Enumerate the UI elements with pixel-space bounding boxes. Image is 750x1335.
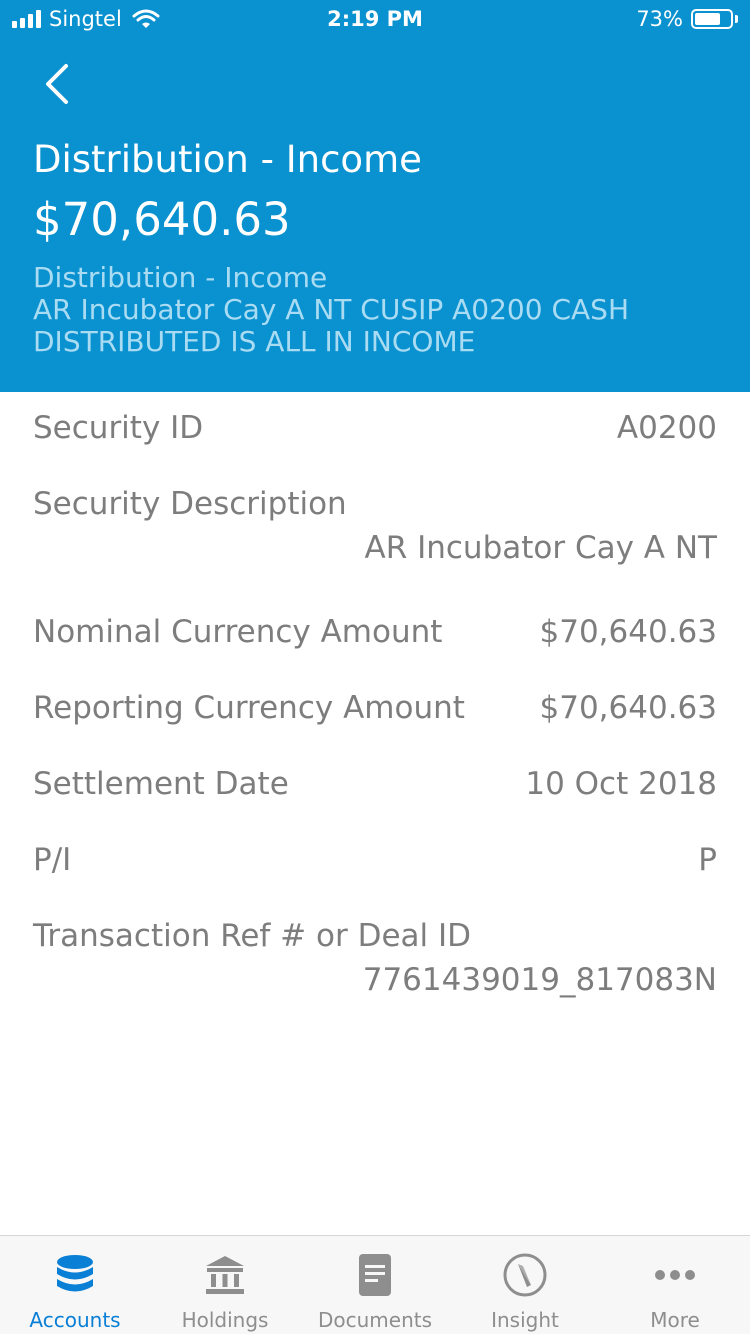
bank-icon xyxy=(206,1256,244,1294)
detail-value: AR Incubator Cay A NT xyxy=(364,530,717,566)
tab-bar: Accounts Holdings Documents Insight More xyxy=(0,1235,750,1334)
description-line: AR Incubator Cay A NT CUSIP A0200 CASH xyxy=(33,293,629,326)
battery-icon xyxy=(691,9,733,29)
detail-value: A0200 xyxy=(616,410,717,446)
detail-label: Nominal Currency Amount xyxy=(33,614,443,650)
tab-more[interactable]: More xyxy=(600,1236,750,1335)
detail-label: Security ID xyxy=(33,410,204,446)
database-icon xyxy=(57,1255,93,1292)
compass-icon xyxy=(503,1253,547,1297)
detail-label: P/I xyxy=(33,842,72,878)
detail-value: 7761439019_817083N xyxy=(362,962,717,998)
transaction-description: Distribution - Income AR Incubator Cay A… xyxy=(33,262,723,358)
tab-label: Holdings xyxy=(181,1308,269,1332)
more-dots-icon xyxy=(655,1270,695,1280)
chevron-left-icon xyxy=(46,64,68,104)
description-line: DISTRIBUTED IS ALL IN INCOME xyxy=(33,325,476,358)
tab-label: Documents xyxy=(317,1308,433,1332)
detail-value: $70,640.63 xyxy=(539,690,718,726)
detail-label: Reporting Currency Amount xyxy=(33,690,465,726)
detail-label: Security Description xyxy=(33,486,347,522)
detail-value: 10 Oct 2018 xyxy=(525,766,717,802)
description-line: Distribution - Income xyxy=(33,261,328,294)
tab-holdings[interactable]: Holdings xyxy=(150,1236,300,1335)
tab-label: Accounts xyxy=(29,1308,121,1332)
detail-label: Transaction Ref # or Deal ID xyxy=(33,918,471,954)
tab-insight[interactable]: Insight xyxy=(450,1236,600,1335)
battery-percent: 73% xyxy=(636,7,683,31)
detail-label: Settlement Date xyxy=(33,766,289,802)
tab-documents[interactable]: Documents xyxy=(300,1236,450,1335)
status-bar: Singtel 2:19 PM 73% xyxy=(0,0,750,40)
transaction-amount: $70,640.63 xyxy=(33,193,291,246)
tab-label: More xyxy=(650,1308,700,1332)
tab-accounts[interactable]: Accounts xyxy=(0,1236,150,1335)
tab-label: Insight xyxy=(491,1308,559,1332)
header: Singtel 2:19 PM 73% Distribution - Incom… xyxy=(0,0,750,392)
page-title: Distribution - Income xyxy=(33,138,422,181)
detail-value: P xyxy=(698,842,717,878)
document-icon xyxy=(359,1254,391,1296)
back-button[interactable] xyxy=(32,58,80,110)
detail-value: $70,640.63 xyxy=(539,614,718,650)
